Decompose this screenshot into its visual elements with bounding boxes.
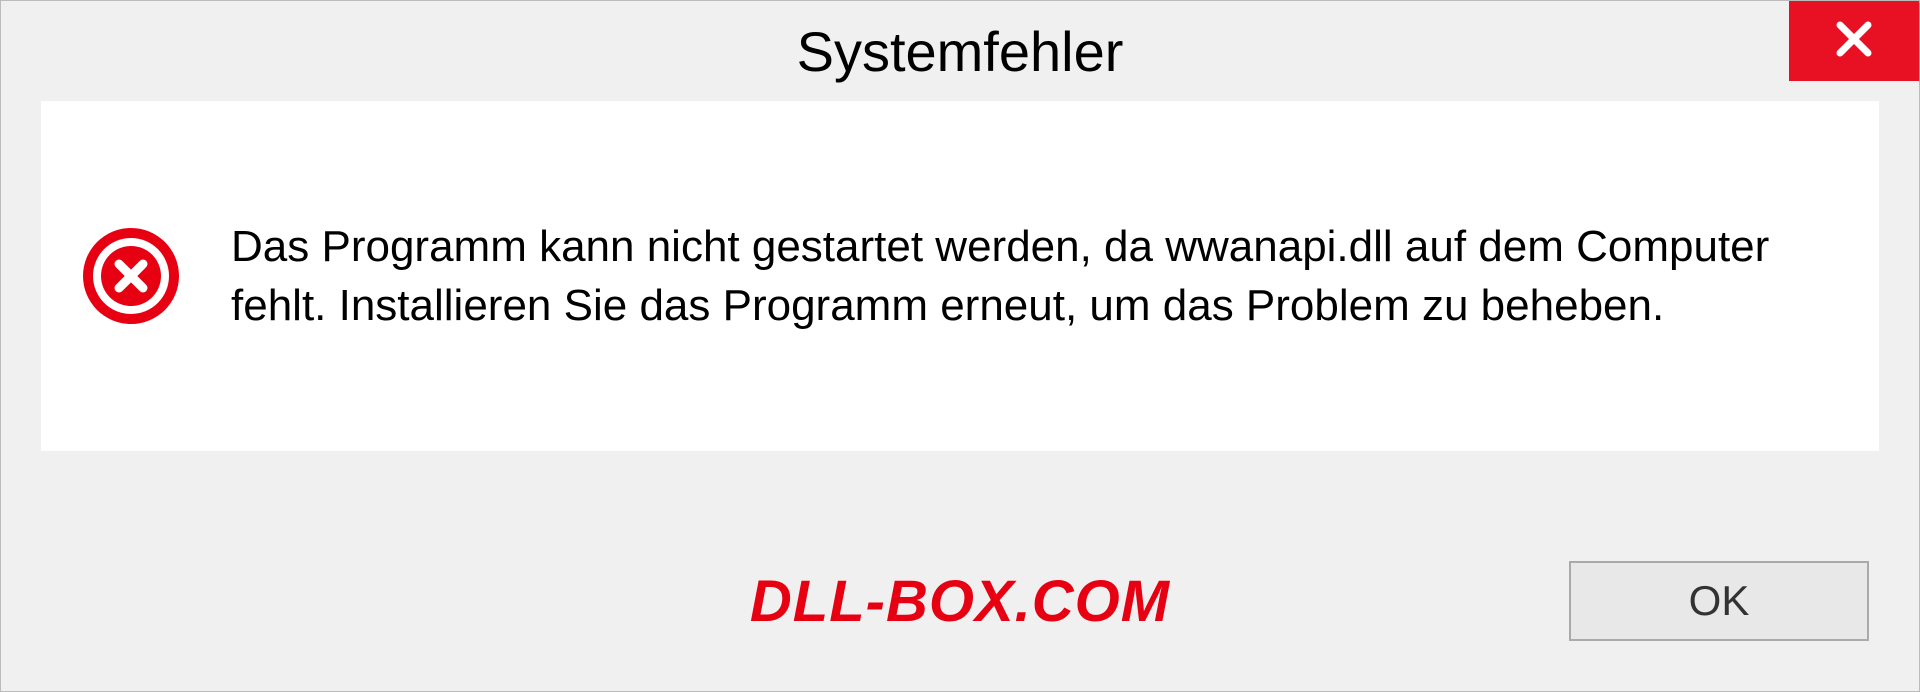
content-panel: Das Programm kann nicht gestartet werden…: [41, 101, 1879, 451]
close-button[interactable]: [1789, 1, 1919, 81]
title-bar: Systemfehler: [1, 1, 1919, 101]
ok-button-label: OK: [1689, 577, 1750, 625]
close-icon: [1830, 15, 1878, 68]
ok-button[interactable]: OK: [1569, 561, 1869, 641]
dialog-title: Systemfehler: [797, 19, 1124, 84]
watermark-text: DLL-BOX.COM: [750, 568, 1170, 635]
error-dialog: Systemfehler Das Programm kann nicht ges…: [0, 0, 1920, 692]
dialog-footer: DLL-BOX.COM OK: [1, 511, 1919, 691]
error-message: Das Programm kann nicht gestartet werden…: [231, 217, 1791, 336]
error-icon: [81, 226, 181, 326]
